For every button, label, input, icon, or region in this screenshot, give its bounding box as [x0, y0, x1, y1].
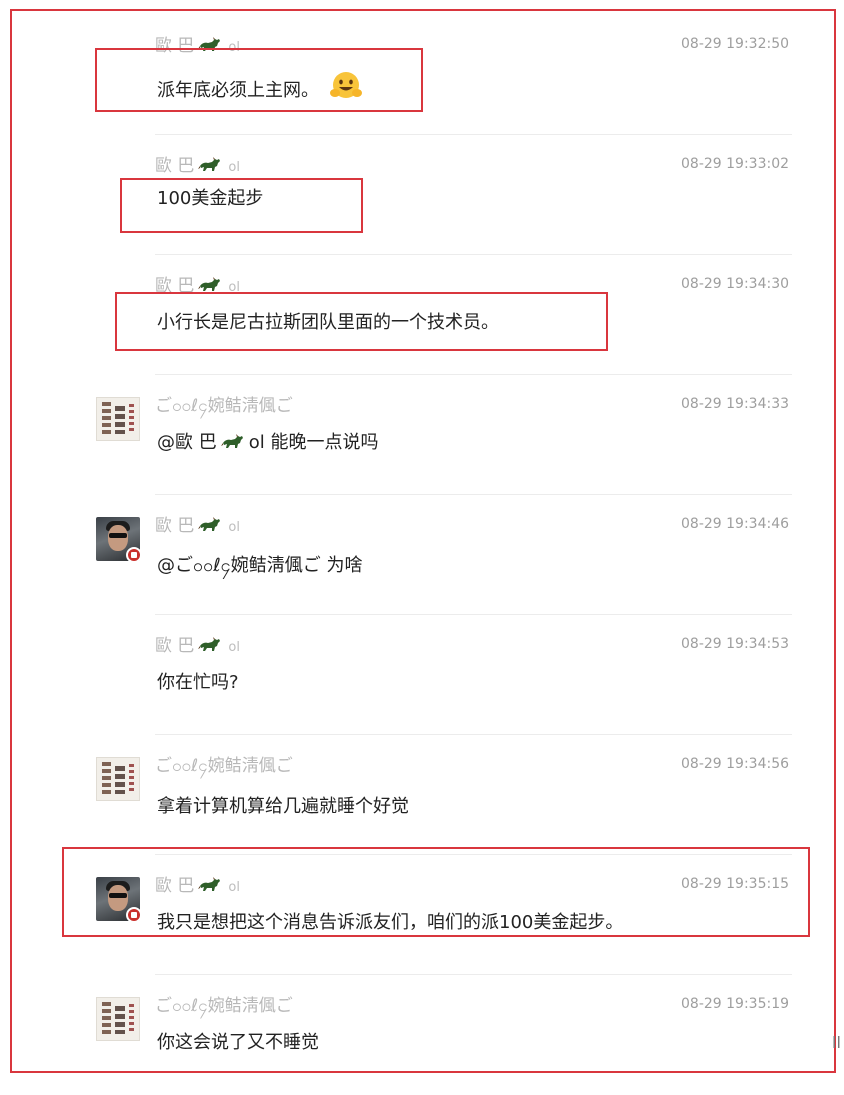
highlight-box — [62, 847, 810, 937]
edge-text: ll — [832, 1033, 841, 1052]
message-time: 08-29 19:34:33 — [681, 396, 790, 412]
sender-name[interactable]: ご၀၀ℓ၄婉鲒淸偑ご — [155, 396, 293, 416]
message-time: 08-29 19:34:46 — [681, 516, 790, 532]
message-item: 歐 巴 ol 08-29 19:34:46 @ご၀၀ℓ၄婉鲒淸偑ご 为啥 — [12, 495, 834, 615]
sender-name[interactable]: 歐 巴 ol — [155, 516, 240, 538]
highlight-box — [95, 48, 423, 112]
message-time: 08-29 19:34:30 — [681, 276, 790, 292]
horse-icon — [198, 157, 222, 173]
avatar[interactable] — [96, 397, 140, 441]
horse-icon — [198, 517, 222, 533]
message-text: 拿着计算机算给几遍就睡个好觉 — [157, 796, 409, 817]
message-time: 08-29 19:33:02 — [681, 156, 790, 172]
highlight-box — [115, 292, 608, 351]
message-item: 歐 巴 ol 08-29 19:34:53 你在忙吗? — [12, 615, 834, 735]
sender-name[interactable]: 歐 巴 ol — [155, 636, 240, 658]
message-time: 08-29 19:35:19 — [681, 996, 790, 1012]
badge-icon — [126, 547, 142, 563]
message-text: 你在忙吗? — [157, 672, 239, 693]
avatar[interactable] — [96, 517, 142, 563]
sender-name[interactable]: ご၀၀ℓ၄婉鲒淸偑ご — [155, 996, 293, 1016]
avatar[interactable] — [96, 997, 140, 1041]
message-text: @ご၀၀ℓ၄婉鲒淸偑ご 为啥 — [157, 555, 363, 576]
message-time: 08-29 19:32:50 — [681, 36, 790, 52]
message-item: ご၀၀ℓ၄婉鲒淸偑ご 08-29 19:35:19 你这会说了又不睡觉 — [12, 975, 834, 1095]
message-text: @歐 巴 ol 能晚一点说吗 — [157, 432, 379, 453]
sender-name[interactable]: ご၀၀ℓ၄婉鲒淸偑ご — [155, 756, 293, 776]
message-text: 你这会说了又不睡觉 — [157, 1032, 319, 1053]
horse-icon — [221, 434, 245, 450]
message-time: 08-29 19:34:56 — [681, 756, 790, 772]
message-time: 08-29 19:34:53 — [681, 636, 790, 652]
avatar[interactable] — [96, 757, 140, 801]
horse-icon — [198, 277, 222, 293]
highlight-box — [120, 178, 363, 233]
message-item: ご၀၀ℓ၄婉鲒淸偑ご 08-29 19:34:56 拿着计算机算给几遍就睡个好觉 — [12, 735, 834, 855]
sender-name[interactable]: 歐 巴 ol — [155, 156, 240, 178]
message-item: ご၀၀ℓ၄婉鲒淸偑ご 08-29 19:34:33 @歐 巴 ol 能晚一点说吗 — [12, 375, 834, 495]
horse-icon — [198, 637, 222, 653]
